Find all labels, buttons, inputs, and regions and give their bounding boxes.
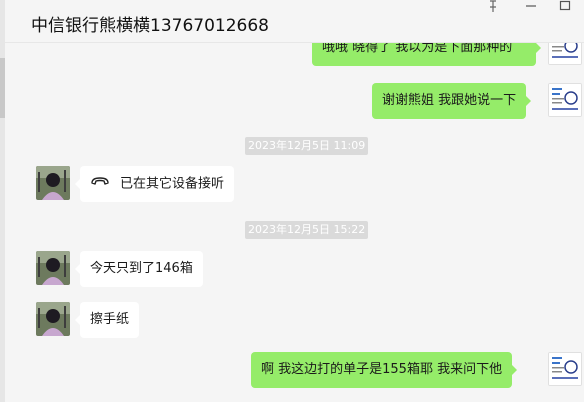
- timestamp: 2023年12月5日 15:22: [245, 221, 369, 239]
- message-bubble[interactable]: 今天只到了146箱: [75, 251, 203, 287]
- message-list[interactable]: 哦哦 晓得了 我以为是下面那种的 谢谢熊姐 我跟她说一下 2023年12月5日 …: [5, 43, 584, 402]
- minimize-icon[interactable]: [518, 0, 544, 16]
- title-bar: 中信银行熊横横13767012668: [5, 0, 584, 43]
- message-text: 今天只到了146箱: [90, 261, 193, 276]
- message-text: 啊 我这边打的单子是155箱耶 我来问下他: [261, 362, 503, 377]
- message-text: 擦手纸: [90, 312, 130, 327]
- phone-icon: [90, 166, 110, 202]
- maximize-icon[interactable]: [552, 0, 578, 16]
- my-avatar[interactable]: [548, 43, 582, 65]
- message-text: 哦哦 晓得了 我以为是下面那种的: [322, 43, 513, 55]
- message-bubble[interactable]: 谢谢熊姐 我跟她说一下: [372, 83, 532, 119]
- message-bubble[interactable]: 啊 我这边打的单子是155箱耶 我来问下他: [251, 352, 518, 388]
- message-bubble[interactable]: 哦哦 晓得了 我以为是下面那种的: [312, 43, 541, 66]
- my-avatar[interactable]: [548, 352, 582, 386]
- timestamp: 2023年12月5日 11:09: [245, 137, 369, 155]
- contact-avatar[interactable]: [36, 302, 70, 336]
- message-text: 已在其它设备接听: [120, 176, 225, 192]
- chat-title: 中信银行熊横横13767012668: [31, 16, 269, 36]
- message-text: 谢谢熊姐 我跟她说一下: [382, 93, 517, 108]
- my-avatar[interactable]: [548, 83, 582, 117]
- contact-avatar[interactable]: [36, 166, 70, 200]
- contact-avatar[interactable]: [36, 251, 70, 285]
- message-bubble[interactable]: 已在其它设备接听: [74, 166, 235, 202]
- pin-icon[interactable]: [480, 0, 506, 16]
- message-bubble[interactable]: 擦手纸: [74, 302, 140, 338]
